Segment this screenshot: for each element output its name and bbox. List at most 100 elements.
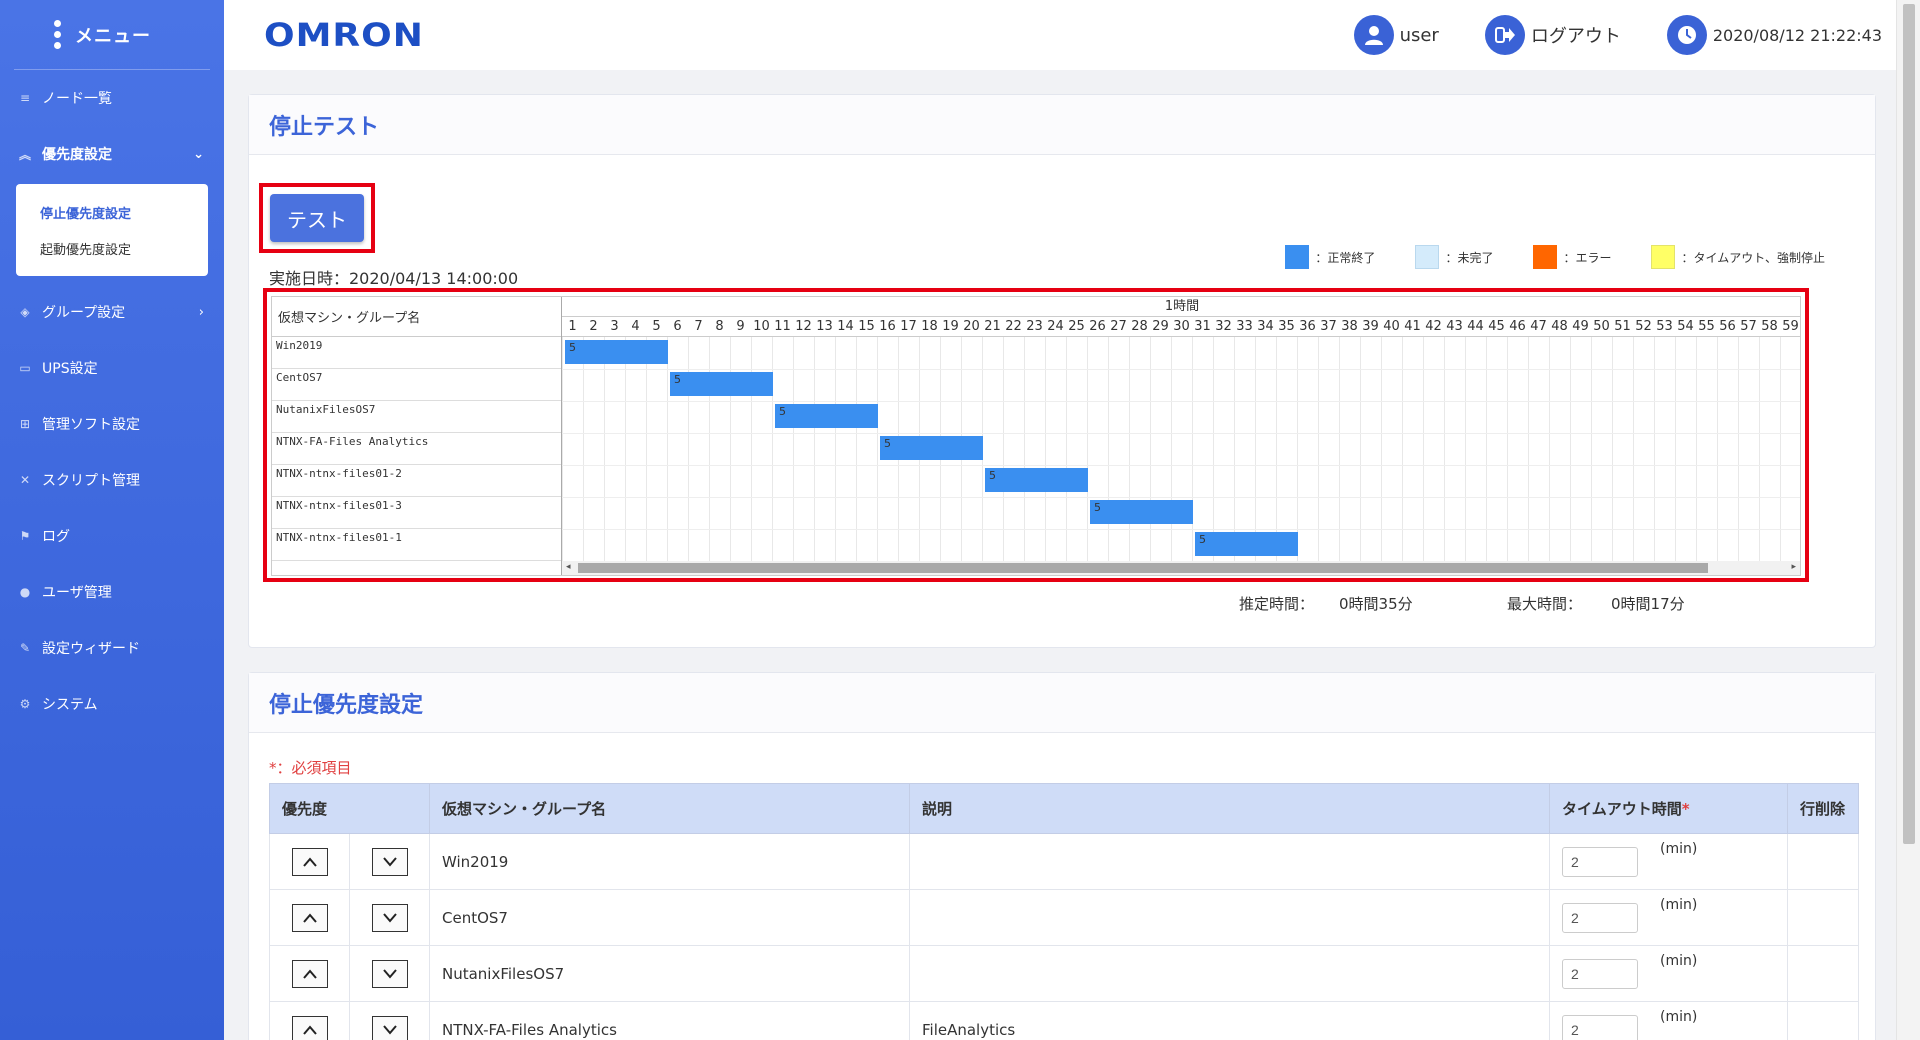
timeout-input[interactable] xyxy=(1562,846,1638,877)
gantt-bar[interactable]: 5 xyxy=(985,468,1088,492)
gantt-bar[interactable]: 5 xyxy=(1195,532,1298,556)
move-down-button[interactable] xyxy=(371,903,408,932)
gantt-scrollbar[interactable]: ◂ ▸ xyxy=(562,561,1800,575)
timeout-unit: (min) xyxy=(1660,952,1698,969)
logout-button[interactable]: ログアウト xyxy=(1484,15,1621,55)
omron-logo: OMRON xyxy=(264,16,424,54)
gantt-bar[interactable]: 5 xyxy=(565,340,668,364)
scrollbar-thumb[interactable] xyxy=(1903,4,1915,844)
gantt-minute-tick: 54 xyxy=(1677,319,1694,334)
timeout-input[interactable] xyxy=(1562,902,1638,933)
submenu-item-stop-priority[interactable]: 停止優先度設定 xyxy=(16,194,208,230)
gantt-bar[interactable]: 5 xyxy=(1090,500,1193,524)
delete-cell xyxy=(1787,1001,1859,1040)
sidebar-item-group[interactable]: ◈ グループ設定 › xyxy=(0,284,224,340)
timeout-input[interactable] xyxy=(1562,958,1638,989)
move-up-button[interactable] xyxy=(291,1015,328,1040)
required-note: *：必須項目 xyxy=(269,759,352,777)
timeout-input[interactable] xyxy=(1562,1014,1638,1040)
sidebar-item-system[interactable]: ⚙ システム xyxy=(0,676,224,732)
double-chevron-up-icon: ︽ xyxy=(18,147,31,162)
gantt-row-name: NTNX-ntnx-files01-1 xyxy=(272,529,561,561)
gantt-grid-line xyxy=(1087,337,1088,561)
sitemap-icon: ⊞ xyxy=(19,417,31,431)
gantt-minute-tick: 19 xyxy=(942,319,959,334)
gantt-grid-line xyxy=(1129,337,1130,561)
scroll-left-arrow-icon[interactable]: ◂ xyxy=(566,562,571,572)
move-up-button[interactable] xyxy=(291,847,328,876)
user-name: user xyxy=(1399,24,1439,46)
move-down-button[interactable] xyxy=(371,959,408,988)
list-icon: ≡ xyxy=(19,91,31,105)
gantt-minute-tick: 35 xyxy=(1278,319,1295,334)
legend-item-incomplete: ：未完了 xyxy=(1415,245,1493,269)
sidebar-item-script[interactable]: ✕ スクリプト管理 xyxy=(0,452,224,508)
priority-submenu: 停止優先度設定 起動優先度設定 xyxy=(16,184,208,276)
gantt-grid-line xyxy=(1297,337,1298,561)
gantt-grid-line xyxy=(1423,337,1424,561)
gear-icon: ⚙ xyxy=(19,697,31,711)
gantt-row-line xyxy=(562,529,1800,530)
chevron-down-icon xyxy=(382,968,397,979)
sidebar-item-management-software[interactable]: ⊞ 管理ソフト設定 xyxy=(0,396,224,452)
gantt-grid-line xyxy=(1360,337,1361,561)
estimated-time-value: 0時間35分 xyxy=(1339,595,1413,613)
gantt-minute-tick: 32 xyxy=(1215,319,1232,334)
delete-cell xyxy=(1787,945,1859,1002)
gantt-grid-line xyxy=(1339,337,1340,561)
col-priority: 優先度 xyxy=(269,783,430,834)
gantt-row-name: NTNX-ntnx-files01-3 xyxy=(272,497,561,529)
sidebar-item-priority[interactable]: ︽ 優先度設定 ⌄ xyxy=(0,126,224,182)
panel-title: 停止優先度設定 xyxy=(249,673,1875,733)
gantt-grid-line xyxy=(1045,337,1046,561)
gantt-row-line xyxy=(562,433,1800,434)
move-down-button[interactable] xyxy=(371,1015,408,1040)
sidebar-item-user[interactable]: ● ユーザ管理 xyxy=(0,564,224,620)
test-button-highlight: テスト xyxy=(259,183,375,253)
submenu-item-start-priority[interactable]: 起動優先度設定 xyxy=(16,230,208,266)
gantt-row-name: NTNX-FA-Files Analytics xyxy=(272,433,561,465)
stop-test-panel: 停止テスト テスト ：正常終了 ：未完了 ：エラー ：タイムアウト、強制停止 実… xyxy=(248,94,1876,648)
gantt-minute-tick: 23 xyxy=(1026,319,1043,334)
gantt-bar[interactable]: 5 xyxy=(880,436,983,460)
user-menu[interactable]: user xyxy=(1353,15,1439,55)
sidebar-item-ups[interactable]: ▭ UPS設定 xyxy=(0,340,224,396)
timeout-unit: (min) xyxy=(1660,1008,1698,1025)
gantt-minute-tick: 59 xyxy=(1782,319,1799,334)
sidebar-item-log[interactable]: ⚑ ログ xyxy=(0,508,224,564)
gantt-grid-line xyxy=(1276,337,1277,561)
page-scrollbar[interactable] xyxy=(1896,0,1920,1040)
sidebar-item-label: システム xyxy=(42,697,98,713)
gantt-minute-tick: 11 xyxy=(774,319,791,334)
gantt-grid-line xyxy=(1381,337,1382,561)
gantt-grid-line xyxy=(1696,337,1697,561)
required-star: * xyxy=(1681,800,1690,818)
gantt-bar[interactable]: 5 xyxy=(775,404,878,428)
gantt-minute-tick: 48 xyxy=(1551,319,1568,334)
menu-header[interactable]: メニュー xyxy=(14,0,210,70)
move-down-button[interactable] xyxy=(371,847,408,876)
move-up-button[interactable] xyxy=(291,903,328,932)
gantt-grid-line xyxy=(667,337,668,561)
move-down-cell xyxy=(349,1001,430,1040)
sidebar-item-wizard[interactable]: ✎ 設定ウィザード xyxy=(0,620,224,676)
gantt-row-line xyxy=(562,497,1800,498)
sidebar-item-node-list[interactable]: ≡ ノード一覧 xyxy=(0,70,224,126)
vm-name-cell: NTNX-FA-Files Analytics xyxy=(429,1001,910,1040)
priority-row: CentOS7 (min) xyxy=(269,889,1859,946)
gantt-grid-line xyxy=(1108,337,1109,561)
gantt-bar[interactable]: 5 xyxy=(670,372,773,396)
gantt-grid-line xyxy=(1213,337,1214,561)
timeout-cell: (min) xyxy=(1549,945,1788,1002)
gantt-chart: 仮想マシン・グループ名 Win2019 CentOS7 NutanixFilesOS… xyxy=(271,296,1801,576)
scroll-right-arrow-icon[interactable]: ▸ xyxy=(1791,562,1796,572)
test-button[interactable]: テスト xyxy=(270,194,364,242)
gantt-minute-tick: 4 xyxy=(631,319,640,334)
gantt-grid-line xyxy=(1507,337,1508,561)
timeout-unit: (min) xyxy=(1660,840,1698,857)
move-up-button[interactable] xyxy=(291,959,328,988)
edit-icon: ✎ xyxy=(19,641,31,655)
gantt-scrollbar-thumb[interactable] xyxy=(578,563,1708,573)
sidebar-item-label: ユーザ管理 xyxy=(42,585,112,601)
priority-row: NutanixFilesOS7 (min) xyxy=(269,945,1859,1002)
